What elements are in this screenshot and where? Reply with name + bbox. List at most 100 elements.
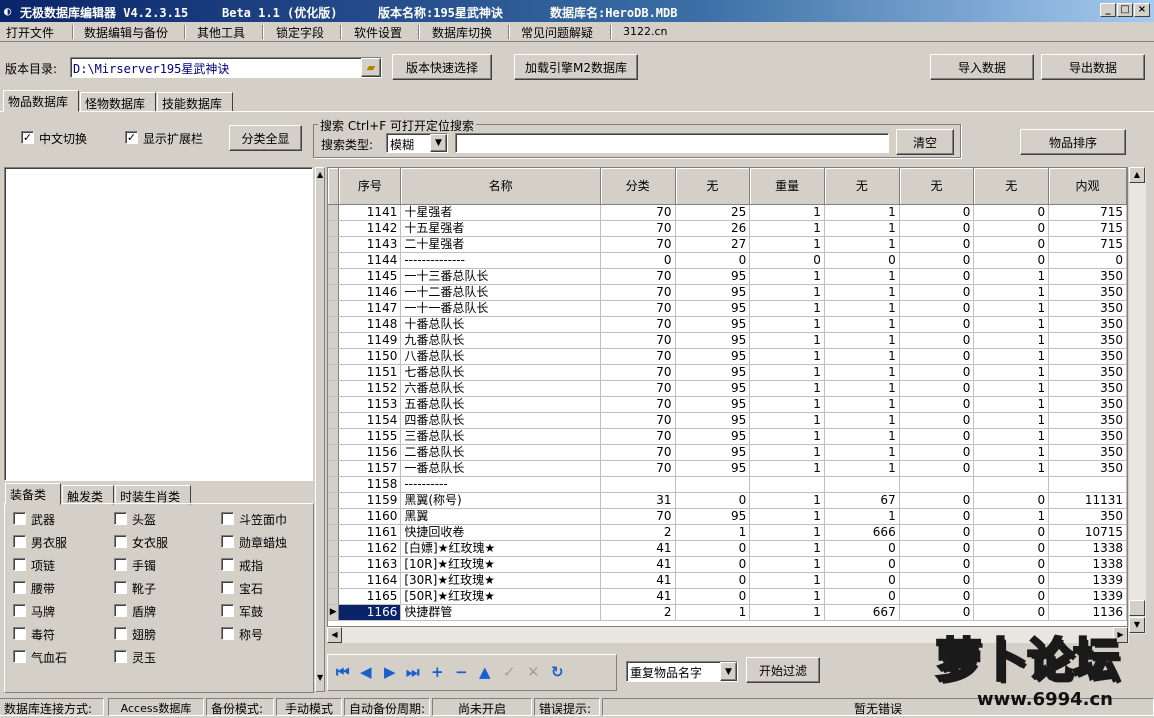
cell-value[interactable]: 0: [973, 236, 1050, 253]
cell-name[interactable]: 十五星强者: [400, 220, 601, 237]
table-row[interactable]: 1141 十星强者 70 25 1 1 0 0 715: [328, 204, 1127, 221]
cell-value[interactable]: 70: [600, 316, 676, 333]
cell-value[interactable]: 95: [675, 380, 751, 397]
menu-other-tools[interactable]: 其他工具: [197, 24, 245, 41]
cell-value[interactable]: 350: [1048, 316, 1127, 333]
cell-value[interactable]: 1: [973, 428, 1050, 445]
cell-value[interactable]: 1: [749, 524, 825, 541]
cell-value[interactable]: 1338: [1048, 540, 1127, 557]
cell-value[interactable]: 1: [824, 380, 900, 397]
chevron-down-icon[interactable]: ▼: [430, 134, 447, 152]
cell-value[interactable]: 70: [600, 204, 676, 221]
cell-name[interactable]: 快捷回收卷: [400, 524, 601, 541]
cell-name[interactable]: 七番总队长: [400, 364, 601, 381]
cell-value[interactable]: 95: [675, 300, 751, 317]
cell-value[interactable]: 1: [749, 332, 825, 349]
table-row[interactable]: 1151 七番总队长 70 95 1 1 0 1 350: [328, 364, 1127, 381]
show-all-button[interactable]: 分类全显: [229, 125, 302, 151]
cell-value[interactable]: 0: [899, 300, 975, 317]
cell-value[interactable]: 0: [675, 540, 751, 557]
cell-value[interactable]: 1: [749, 204, 825, 221]
cell-index[interactable]: 1160: [338, 508, 402, 525]
table-row[interactable]: 1148 十番总队长 70 95 1 1 0 1 350: [328, 316, 1127, 333]
cell-value[interactable]: 0: [973, 492, 1050, 509]
items-grid[interactable]: 序号 名称 分类 无 重量 无 无 无 内观 1141 十星强者 70 25 1 1 0 0 7…: [327, 167, 1128, 627]
cell-value[interactable]: 0: [675, 252, 751, 269]
title-bar[interactable]: ◐ 无极数据库编辑器 V4.2.3.15 Beta 1.1 (优化版) 版本名称…: [0, 0, 1154, 22]
cell-name[interactable]: 一十三番总队长: [400, 268, 601, 285]
next-record-icon[interactable]: ▶: [384, 663, 396, 681]
load-engine-button[interactable]: 加载引擎M2数据库: [514, 54, 638, 80]
cell-name[interactable]: 五番总队长: [400, 396, 601, 413]
dir-input[interactable]: D:\Mirserver195星武神诀 ▰: [70, 57, 382, 78]
cell-value[interactable]: 2: [600, 604, 676, 621]
cell-value[interactable]: 715: [1048, 204, 1127, 221]
cell-value[interactable]: 1: [749, 364, 825, 381]
export-button[interactable]: 导出数据: [1041, 54, 1145, 80]
cell-value[interactable]: 1: [824, 332, 900, 349]
cell-value[interactable]: 0: [899, 460, 975, 477]
cell-value[interactable]: 350: [1048, 508, 1127, 525]
table-row[interactable]: 1152 六番总队长 70 95 1 1 0 1 350: [328, 380, 1127, 397]
column-header[interactable]: 无: [899, 168, 975, 205]
category-checkbox[interactable]: [114, 581, 127, 594]
cell-value[interactable]: 0: [973, 572, 1050, 589]
cell-value[interactable]: 1: [824, 204, 900, 221]
category-checkbox[interactable]: [114, 512, 127, 525]
table-row[interactable]: 1163 [10R]★红玫瑰★ 41 0 1 0 0 0 1338: [328, 556, 1127, 573]
insert-record-icon[interactable]: +: [431, 663, 444, 681]
cell-name[interactable]: [白嫖]★红玫瑰★: [400, 540, 601, 557]
cell-value[interactable]: 1: [824, 220, 900, 237]
cell-value[interactable]: 70: [600, 508, 676, 525]
cell-value[interactable]: 0: [749, 252, 825, 269]
cell-value[interactable]: 10715: [1048, 524, 1127, 541]
cell-value[interactable]: 350: [1048, 364, 1127, 381]
column-header[interactable]: 名称: [400, 168, 601, 205]
cell-value[interactable]: 1: [824, 300, 900, 317]
cell-value[interactable]: [899, 476, 975, 493]
cell-index[interactable]: 1149: [338, 332, 402, 349]
cell-value[interactable]: 95: [675, 508, 751, 525]
tab-monsters-db[interactable]: 怪物数据库: [80, 92, 156, 112]
category-checkbox[interactable]: [114, 650, 127, 663]
cell-value[interactable]: 0: [899, 364, 975, 381]
cell-index[interactable]: 1156: [338, 444, 402, 461]
cell-value[interactable]: 70: [600, 412, 676, 429]
category-checkbox[interactable]: [221, 535, 234, 548]
cell-name[interactable]: 二番总队长: [400, 444, 601, 461]
cell-value[interactable]: 1339: [1048, 572, 1127, 589]
cell-value[interactable]: 95: [675, 364, 751, 381]
cell-value[interactable]: 1: [749, 428, 825, 445]
cell-value[interactable]: 1: [749, 556, 825, 573]
cell-index[interactable]: 1164: [338, 572, 402, 589]
category-checkbox[interactable]: [114, 604, 127, 617]
category-checkbox[interactable]: [221, 558, 234, 571]
cell-index[interactable]: 1157: [338, 460, 402, 477]
cell-name[interactable]: 一十二番总队长: [400, 284, 601, 301]
cell-value[interactable]: 0: [973, 524, 1050, 541]
cell-value[interactable]: 0: [973, 220, 1050, 237]
cell-value[interactable]: 1: [973, 300, 1050, 317]
cell-index[interactable]: 1158: [338, 476, 402, 493]
table-row[interactable]: 1147 一十一番总队长 70 95 1 1 0 1 350: [328, 300, 1127, 317]
cell-value[interactable]: [675, 476, 751, 493]
cell-value[interactable]: 1: [824, 236, 900, 253]
cell-value[interactable]: 95: [675, 268, 751, 285]
cell-value[interactable]: 1: [749, 284, 825, 301]
cell-name[interactable]: 八番总队长: [400, 348, 601, 365]
cell-index[interactable]: 1146: [338, 284, 402, 301]
cell-value[interactable]: 1: [749, 316, 825, 333]
cell-value[interactable]: 0: [973, 588, 1050, 605]
folder-icon[interactable]: ▰: [361, 58, 381, 77]
cell-value[interactable]: 1: [973, 396, 1050, 413]
table-row[interactable]: 1153 五番总队长 70 95 1 1 0 1 350: [328, 396, 1127, 413]
cell-value[interactable]: 0: [973, 540, 1050, 557]
cell-value[interactable]: 0: [675, 572, 751, 589]
cell-value[interactable]: 1: [675, 604, 751, 621]
table-row[interactable]: 1154 四番总队长 70 95 1 1 0 1 350: [328, 412, 1127, 429]
cell-value[interactable]: 95: [675, 412, 751, 429]
cell-value[interactable]: 0: [899, 444, 975, 461]
cell-value[interactable]: 0: [899, 380, 975, 397]
cell-name[interactable]: 一番总队长: [400, 460, 601, 477]
cell-value[interactable]: 1: [973, 508, 1050, 525]
